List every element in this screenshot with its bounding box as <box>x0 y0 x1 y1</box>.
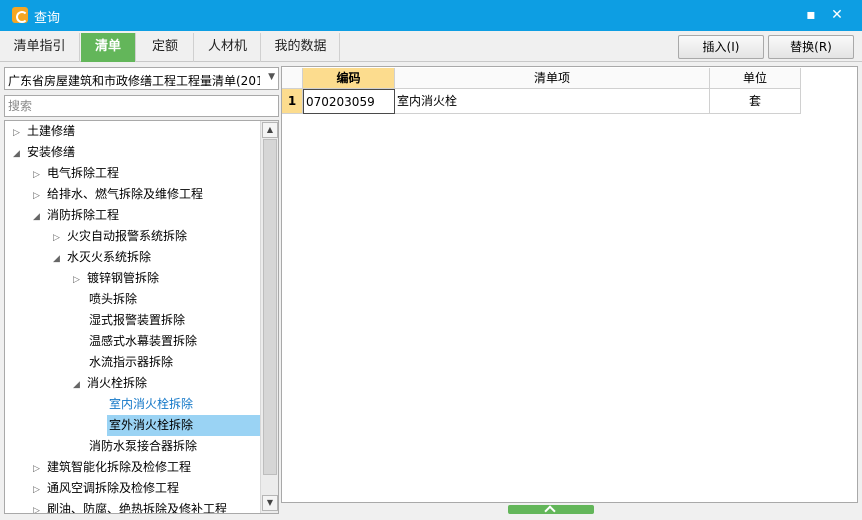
item-cell[interactable]: 室内消火栓 <box>395 89 710 114</box>
collapse-arrow-icon[interactable]: ◢ <box>13 144 23 165</box>
search-input[interactable] <box>4 95 279 117</box>
expand-arrow-icon[interactable]: ▷ <box>73 270 83 291</box>
tree-item[interactable]: ▷ 给排水、燃气拆除及维修工程 <box>33 184 203 205</box>
expand-arrow-icon[interactable]: ▷ <box>33 459 43 480</box>
tree-item[interactable]: ▷ 火灾自动报警系统拆除 <box>53 226 187 247</box>
tree-item[interactable]: 水流指示器拆除 <box>89 352 173 373</box>
minimize-button[interactable]: ▪ <box>801 5 821 25</box>
result-grid: 编码 清单项 单位 1 070203059 室内消火栓 套 <box>281 66 858 503</box>
expand-arrow-icon[interactable]: ▷ <box>53 228 63 249</box>
row-number[interactable]: 1 <box>282 89 303 114</box>
tab-quota[interactable]: 定额 <box>137 33 194 62</box>
replace-button[interactable]: 替换(R) <box>768 35 854 59</box>
scroll-down-icon[interactable]: ▼ <box>262 495 278 511</box>
column-header-unit[interactable]: 单位 <box>710 68 801 89</box>
tree-item[interactable]: ◢ 消防拆除工程 <box>33 205 119 226</box>
expand-panel-handle[interactable] <box>508 505 594 514</box>
library-select[interactable]: 广东省房屋建筑和市政修缮工程工程量清单(2018) ▼ <box>4 67 279 90</box>
app-logo-icon <box>12 7 28 23</box>
tree-item[interactable]: ◢ 消火栓拆除 <box>73 373 147 394</box>
window-title: 查询 <box>34 11 61 26</box>
tree-item[interactable]: 消防水泵接合器拆除 <box>89 436 197 457</box>
expand-arrow-icon[interactable]: ▷ <box>33 480 43 501</box>
close-button[interactable]: ✕ <box>827 5 847 25</box>
collapse-arrow-icon[interactable]: ◢ <box>73 375 83 396</box>
code-cell[interactable]: 070203059 <box>303 89 395 114</box>
tab-bill-guide[interactable]: 清单指引 <box>0 33 80 62</box>
tree-item[interactable]: 温感式水幕装置拆除 <box>89 331 197 352</box>
expand-arrow-icon[interactable]: ▷ <box>13 123 23 144</box>
collapse-arrow-icon[interactable]: ◢ <box>53 249 63 270</box>
tree-item[interactable]: ▷ 镀锌钢管拆除 <box>73 268 159 289</box>
tree-scrollbar[interactable]: ▲ ▼ <box>260 121 278 513</box>
column-header-code[interactable]: 编码 <box>303 68 395 89</box>
tab-bill[interactable]: 清单 <box>81 33 136 62</box>
tree-item[interactable]: 喷头拆除 <box>89 289 137 310</box>
category-tree: ▷ 土建修缮 ◢ 安装修缮 ▷ 电气拆除工程 ▷ 给排水、燃气拆除及维修工程 ◢ 消防拆除… <box>4 120 279 514</box>
tree-item[interactable]: ▷ 刷油、防腐、绝热拆除及修补工程 <box>33 499 227 513</box>
column-header-item[interactable]: 清单项 <box>395 68 710 89</box>
chevron-down-icon: ▼ <box>268 72 275 82</box>
tree-item-selected[interactable]: 室外消火栓拆除 <box>107 415 261 436</box>
tab-my-data[interactable]: 我的数据 <box>262 33 340 62</box>
collapse-arrow-icon[interactable]: ◢ <box>33 207 43 228</box>
tree-item[interactable]: ▷ 电气拆除工程 <box>33 163 119 184</box>
expand-arrow-icon[interactable]: ▷ <box>33 501 43 513</box>
unit-cell[interactable]: 套 <box>710 89 801 114</box>
tree-item[interactable]: ◢ 水灭火系统拆除 <box>53 247 151 268</box>
tree-item[interactable]: ▷ 建筑智能化拆除及检修工程 <box>33 457 191 478</box>
library-select-value: 广东省房屋建筑和市政修缮工程工程量清单(2018) <box>8 74 260 88</box>
tree-item[interactable]: ▷ 土建修缮 <box>13 121 75 142</box>
expand-arrow-icon[interactable]: ▷ <box>33 186 43 207</box>
tree-item[interactable]: ◢ 安装修缮 <box>13 142 75 163</box>
expand-arrow-icon[interactable]: ▷ <box>33 165 43 186</box>
scroll-up-icon[interactable]: ▲ <box>262 122 278 138</box>
tab-labor-material-machine[interactable]: 人材机 <box>195 33 261 62</box>
row-number-header <box>282 68 303 89</box>
tree-item[interactable]: ▷ 通风空调拆除及检修工程 <box>33 478 179 499</box>
tree-item[interactable]: 湿式报警装置拆除 <box>89 310 185 331</box>
scroll-thumb[interactable] <box>263 139 277 475</box>
insert-button[interactable]: 插入(I) <box>678 35 764 59</box>
tree-item-current[interactable]: 室内消火栓拆除 <box>109 394 193 415</box>
title-bar: 查询 ▪ ✕ <box>0 0 862 31</box>
